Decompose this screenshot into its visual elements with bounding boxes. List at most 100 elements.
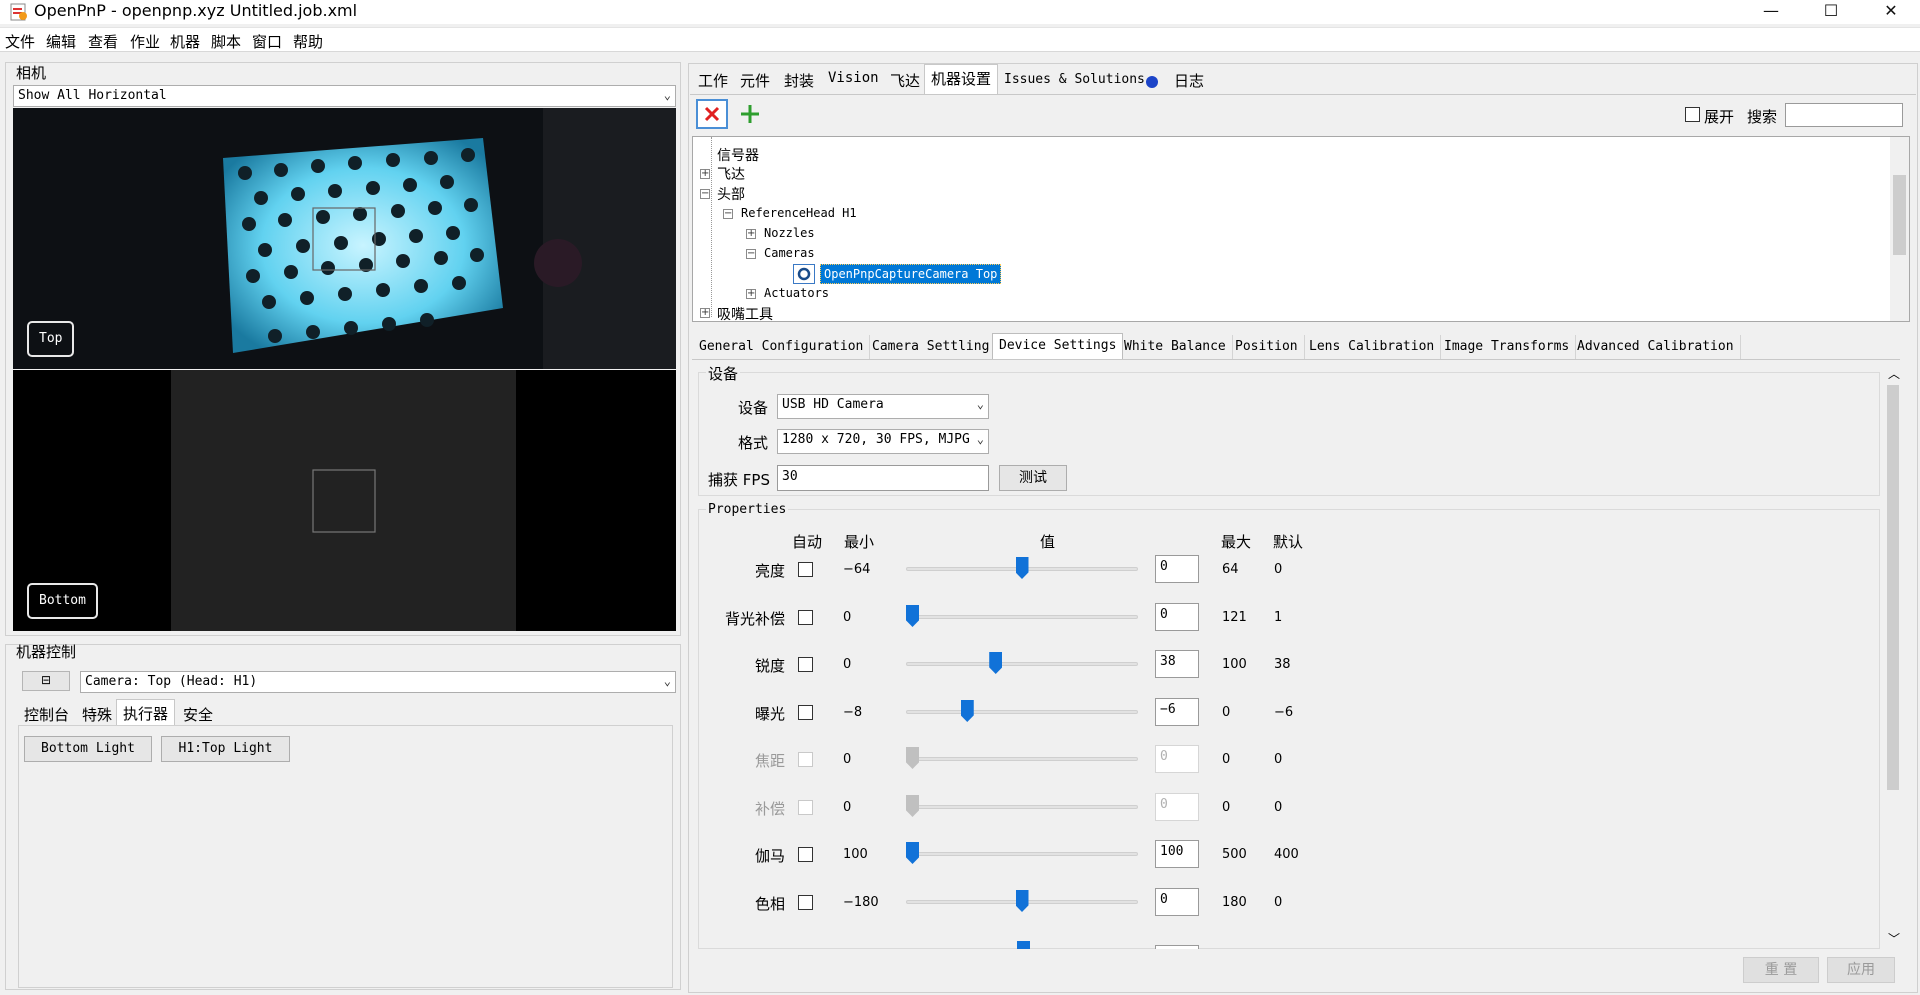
property-slider-thumb[interactable] (960, 700, 974, 722)
property-slider[interactable] (906, 662, 1138, 666)
property-auto-checkbox[interactable] (798, 895, 813, 910)
property-auto-checkbox[interactable] (798, 800, 813, 815)
add-button[interactable] (736, 100, 766, 128)
tab-white-balance[interactable]: White Balance (1118, 335, 1233, 359)
tree-node-reference-head[interactable]: ReferenceHead H1 (741, 206, 857, 220)
tree-node-nozzle-tips[interactable]: 吸嘴工具 (717, 304, 773, 321)
camera-view-bottom[interactable]: Bottom (13, 370, 676, 631)
tab-machine-setup[interactable]: 机器设置 (924, 64, 999, 94)
properties-scroll-thumb[interactable] (1887, 385, 1899, 790)
property-min: 0 (843, 610, 852, 625)
tab-actuators[interactable]: 执行器 (116, 699, 176, 725)
tree-node-cameras[interactable]: Cameras (764, 246, 815, 260)
tab-device-settings[interactable]: Device Settings (992, 333, 1124, 359)
tab-position[interactable]: Position (1229, 335, 1305, 359)
collapse-icon[interactable]: − (746, 249, 756, 259)
delete-button[interactable] (696, 99, 728, 129)
property-auto-checkbox[interactable] (798, 610, 813, 625)
camera-view-top[interactable]: Top (13, 108, 676, 369)
property-slider-thumb[interactable] (1015, 890, 1029, 912)
collapse-button[interactable]: ⊟ (22, 671, 70, 691)
reset-button[interactable]: 重 置 (1743, 957, 1819, 983)
property-value-input[interactable]: 0 (1155, 603, 1199, 631)
property-auto-checkbox[interactable] (798, 562, 813, 577)
tab-issues-solutions[interactable]: Issues & Solutions (998, 69, 1158, 95)
properties-scrollbar[interactable]: ︿ ﹀ (1884, 365, 1902, 950)
scroll-down-icon[interactable]: ﹀ (1888, 930, 1900, 947)
fps-input[interactable]: 30 (777, 465, 989, 491)
format-select[interactable]: 1280 x 720, 30 FPS, MJPG ⌄ (777, 429, 989, 454)
menu-view[interactable]: 查看 (88, 31, 118, 52)
menu-scripts[interactable]: 脚本 (211, 31, 241, 52)
property-slider[interactable] (906, 615, 1138, 619)
expand-icon[interactable]: + (700, 169, 710, 179)
property-slider[interactable] (906, 710, 1138, 714)
menu-machine[interactable]: 机器 (170, 31, 200, 52)
tree-scroll-thumb[interactable] (1893, 175, 1906, 255)
tree-node-capture-camera-top[interactable]: OpenPnpCaptureCamera Top (820, 264, 1002, 284)
property-auto-checkbox[interactable] (798, 752, 813, 767)
property-slider-thumb[interactable] (906, 842, 919, 864)
property-auto-checkbox[interactable] (798, 705, 813, 720)
property-max: 64 (1222, 562, 1239, 577)
property-slider-thumb[interactable] (989, 652, 1003, 674)
scroll-up-icon[interactable]: ︿ (1888, 365, 1900, 382)
property-auto-checkbox[interactable] (798, 847, 813, 862)
tab-safety[interactable]: 安全 (177, 701, 219, 727)
test-button[interactable]: 测试 (999, 465, 1067, 491)
menu-job[interactable]: 作业 (130, 31, 160, 52)
property-row: 亮度 −64 0 64 0 (700, 555, 1320, 585)
tab-camera-settling[interactable]: Camera Settling (866, 335, 997, 359)
device-select[interactable]: USB HD Camera ⌄ (777, 394, 989, 419)
tab-packages[interactable]: 封装 (778, 67, 820, 93)
expand-checkbox[interactable] (1685, 107, 1700, 122)
property-value-input[interactable]: 0 (1155, 888, 1199, 916)
tab-special[interactable]: 特殊 (76, 701, 118, 727)
tab-advanced-calibration[interactable]: Advanced Calibration (1571, 335, 1741, 359)
property-value-input: 0 (1155, 793, 1199, 821)
maximize-icon[interactable]: ☐ (1808, 0, 1854, 24)
tab-log[interactable]: 日志 (1168, 67, 1210, 93)
tab-lens-calibration[interactable]: Lens Calibration (1303, 335, 1442, 359)
tab-console[interactable]: 控制台 (18, 701, 75, 727)
close-icon[interactable]: ✕ (1868, 0, 1914, 24)
menu-window[interactable]: 窗口 (252, 31, 282, 52)
property-value-input[interactable]: −6 (1155, 698, 1199, 726)
menu-help[interactable]: 帮助 (293, 31, 323, 52)
collapse-icon[interactable]: − (723, 209, 733, 219)
property-slider-thumb[interactable] (1015, 557, 1029, 579)
tree-node-actuators[interactable]: Actuators (764, 286, 829, 300)
tab-job[interactable]: 工作 (692, 67, 734, 93)
camera-view-select[interactable]: Show All Horizontal ⌄ (13, 85, 676, 107)
tree-node-heads[interactable]: 头部 (717, 184, 745, 204)
property-slider[interactable] (906, 852, 1138, 856)
property-value-input[interactable]: 0 (1155, 555, 1199, 583)
tab-feeders[interactable]: 飞达 (884, 67, 926, 93)
property-value-input[interactable]: 38 (1155, 650, 1199, 678)
minimize-icon[interactable]: — (1748, 0, 1794, 24)
top-light-button[interactable]: H1:Top Light (161, 736, 290, 762)
menu-bar: 文件 编辑 查看 作业 机器 脚本 窗口 帮助 (0, 27, 1920, 52)
tree-node-nozzles[interactable]: Nozzles (764, 226, 815, 240)
tab-parts[interactable]: 元件 (734, 67, 776, 93)
tree-node-signalers[interactable]: 信号器 (717, 145, 759, 165)
property-value-input[interactable]: 100 (1155, 840, 1199, 868)
property-slider-thumb[interactable] (906, 605, 919, 627)
menu-file[interactable]: 文件 (5, 31, 35, 52)
tree-scrollbar[interactable] (1890, 137, 1909, 321)
tab-general-configuration[interactable]: General Configuration (693, 335, 871, 359)
tab-image-transforms[interactable]: Image Transforms (1438, 335, 1577, 359)
tree-node-feeders[interactable]: 飞达 (717, 164, 745, 184)
bottom-light-button[interactable]: Bottom Light (24, 736, 152, 762)
menu-edit[interactable]: 编辑 (46, 31, 76, 52)
expand-icon[interactable]: + (700, 308, 710, 318)
property-auto-checkbox[interactable] (798, 657, 813, 672)
machine-camera-select[interactable]: Camera: Top (Head: H1) ⌄ (80, 671, 676, 693)
expand-icon[interactable]: + (746, 289, 756, 299)
expand-icon[interactable]: + (746, 229, 756, 239)
collapse-icon[interactable]: − (700, 189, 710, 199)
machine-tree[interactable]: 信号器 + 飞达 − 头部 − ReferenceHead H1 + Nozzl… (692, 136, 1910, 322)
tab-vision[interactable]: Vision (822, 67, 885, 93)
apply-button[interactable]: 应用 (1827, 957, 1895, 983)
search-input[interactable] (1785, 103, 1903, 127)
